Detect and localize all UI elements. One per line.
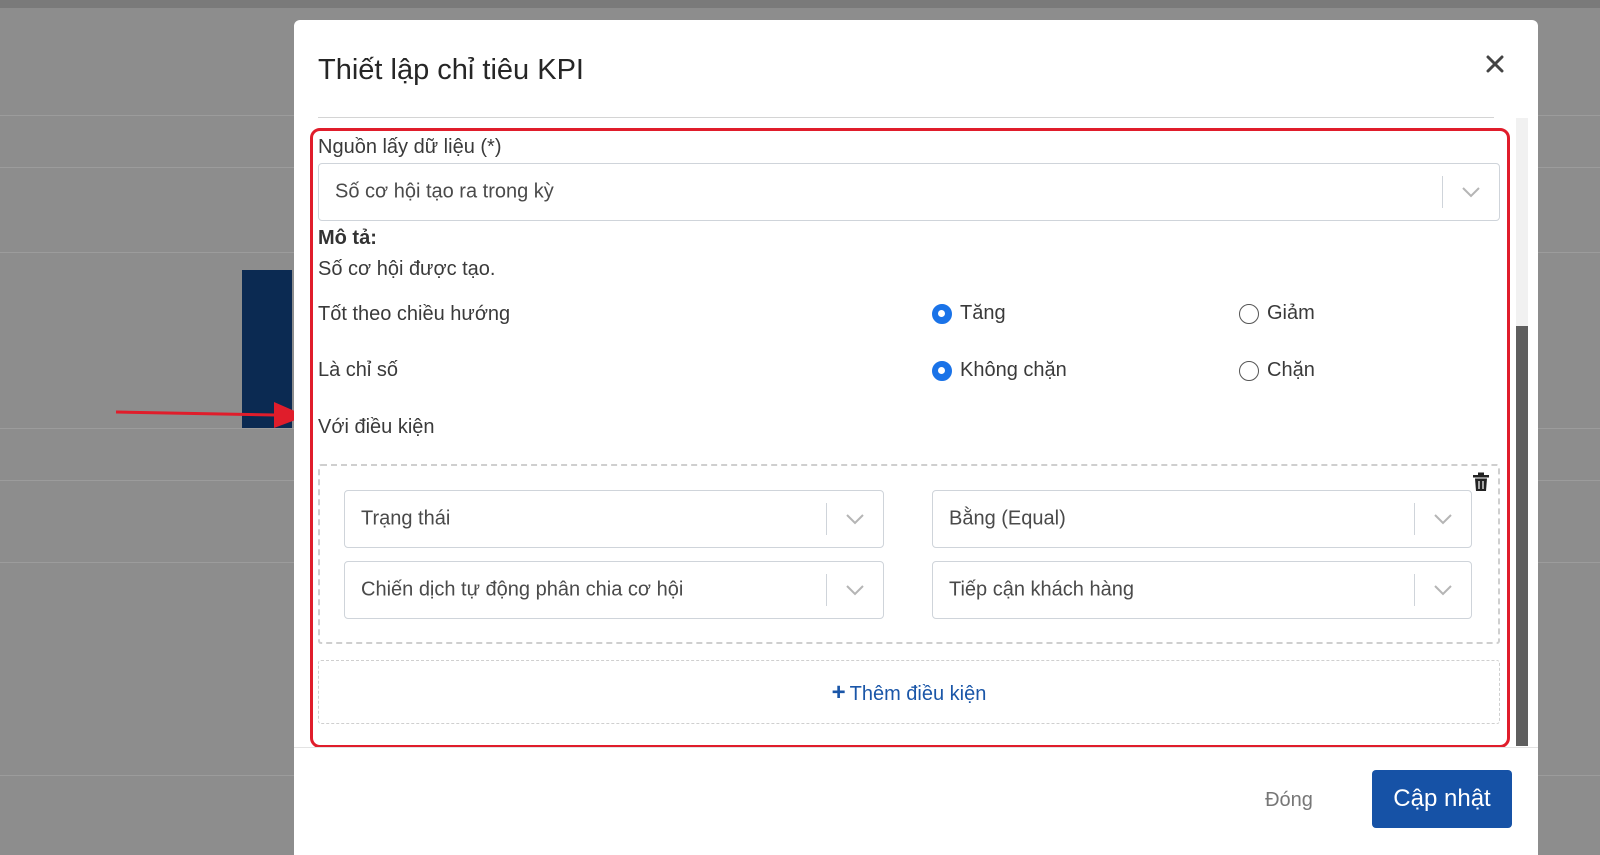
- indicator-label: Là chỉ số: [318, 359, 399, 381]
- radio-unchecked-indicator: [1239, 303, 1259, 324]
- trash-icon[interactable]: [1472, 472, 1490, 492]
- condition-group: Trạng thái Bằng (Equal) Chiến dịch tự độ…: [318, 464, 1500, 644]
- radio-unchecked-indicator: [1239, 360, 1259, 381]
- radio-decrease[interactable]: Giảm: [1239, 302, 1315, 325]
- close-dialog-button[interactable]: Đóng: [1246, 776, 1332, 824]
- data-source-label: Nguồn lấy dữ liệu (*): [318, 136, 502, 158]
- select-separator: [1414, 503, 1415, 535]
- modal-title: Thiết lập chỉ tiêu KPI: [318, 54, 584, 86]
- annotation-highlight-box: [310, 128, 1510, 748]
- radio-increase-label: Tăng: [960, 302, 1006, 324]
- kpi-settings-modal: Thiết lập chỉ tiêu KPI Nguồn lấy dữ liệu…: [294, 20, 1538, 855]
- radio-increase[interactable]: Tăng: [932, 302, 1006, 325]
- condition-operator-select[interactable]: Bằng (Equal): [932, 490, 1472, 548]
- add-condition-area: + Thêm điều kiện: [318, 660, 1500, 724]
- data-source-value: Số cơ hội tạo ra trong kỳ: [335, 180, 554, 203]
- conditions-label: Với điều kiện: [318, 416, 435, 438]
- select-separator: [826, 574, 827, 606]
- backdrop-topbar: [0, 0, 1600, 8]
- select-separator: [1442, 176, 1443, 208]
- radio-block-label: Chặn: [1267, 359, 1315, 381]
- select-separator: [1414, 574, 1415, 606]
- chevron-down-icon: [1462, 187, 1480, 198]
- direction-label: Tốt theo chiều hướng: [318, 303, 511, 325]
- add-condition-label: Thêm điều kiện: [849, 683, 987, 705]
- condition-context-value: Chiến dịch tự động phân chia cơ hội: [361, 578, 684, 601]
- condition-value-value: Tiếp cận khách hàng: [949, 578, 1134, 601]
- description-text: Số cơ hội được tạo.: [318, 258, 496, 280]
- select-separator: [826, 503, 827, 535]
- close-icon: [1486, 55, 1504, 72]
- radio-no-block-label: Không chặn: [960, 359, 1067, 381]
- update-button[interactable]: Cập nhật: [1372, 770, 1512, 828]
- radio-no-block[interactable]: Không chặn: [932, 359, 1067, 382]
- chevron-down-icon: [1434, 585, 1452, 596]
- scrollbar-thumb[interactable]: [1516, 326, 1528, 746]
- plus-icon: +: [831, 679, 846, 706]
- condition-field-select[interactable]: Trạng thái: [344, 490, 884, 548]
- condition-operator-value: Bằng (Equal): [949, 507, 1066, 530]
- modal-header: Thiết lập chỉ tiêu KPI: [294, 20, 1538, 118]
- footer-divider: [294, 747, 1538, 748]
- chevron-down-icon: [846, 585, 864, 596]
- condition-context-select[interactable]: Chiến dịch tự động phân chia cơ hội: [344, 561, 884, 619]
- condition-value-select[interactable]: Tiếp cận khách hàng: [932, 561, 1472, 619]
- radio-checked-indicator: [932, 303, 952, 324]
- header-divider: [318, 117, 1494, 118]
- chevron-down-icon: [1434, 514, 1452, 525]
- radio-block[interactable]: Chặn: [1239, 359, 1315, 382]
- description-label: Mô tả:: [318, 227, 377, 249]
- radio-checked-indicator: [932, 360, 952, 381]
- data-source-select[interactable]: Số cơ hội tạo ra trong kỳ: [318, 163, 1500, 221]
- close-button[interactable]: [1478, 48, 1512, 82]
- annotation-arrow: [116, 402, 306, 428]
- condition-field-value: Trạng thái: [361, 507, 451, 530]
- radio-decrease-label: Giảm: [1267, 302, 1315, 324]
- chevron-down-icon: [846, 514, 864, 525]
- add-condition-button[interactable]: + Thêm điều kiện: [319, 679, 1499, 707]
